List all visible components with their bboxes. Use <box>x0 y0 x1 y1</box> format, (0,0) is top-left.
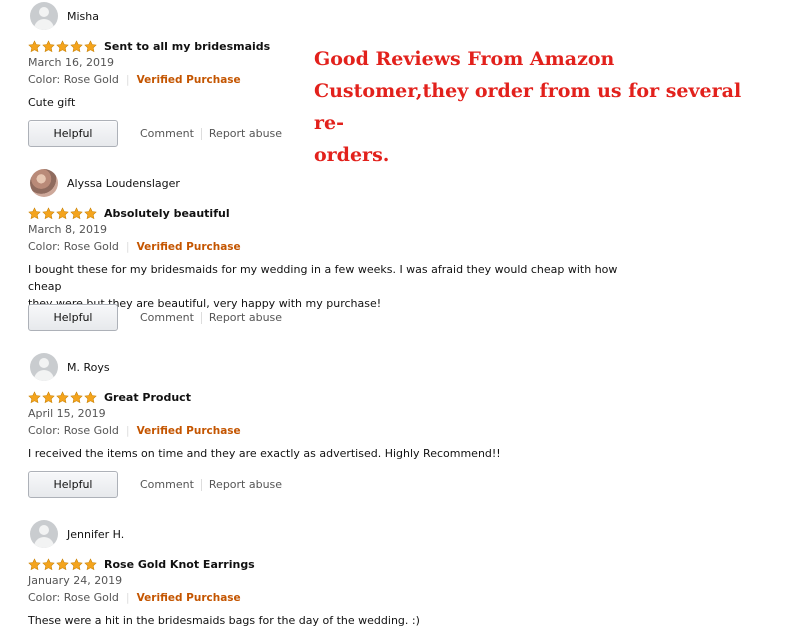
product-color[interactable]: Color: Rose Gold <box>28 73 119 86</box>
star-icon <box>56 39 69 52</box>
review-title-row: Absolutely beautiful <box>28 205 230 221</box>
product-color[interactable]: Color: Rose Gold <box>28 591 119 604</box>
avatar <box>30 2 58 30</box>
verified-purchase-badge[interactable]: Verified Purchase <box>137 74 241 86</box>
helpful-button[interactable]: Helpful <box>28 304 118 331</box>
review-title[interactable]: Great Product <box>104 391 191 404</box>
star-icon <box>42 390 55 403</box>
divider <box>200 127 202 140</box>
review-text-line: I bought these for my bridesmaids for my… <box>28 263 618 293</box>
star-rating[interactable] <box>28 557 97 571</box>
review-meta: Color: Rose Gold | Verified Purchase <box>28 424 241 437</box>
star-icon <box>28 206 41 219</box>
star-icon <box>42 39 55 52</box>
product-color[interactable]: Color: Rose Gold <box>28 240 119 253</box>
star-rating[interactable] <box>28 206 97 220</box>
review-title[interactable]: Absolutely beautiful <box>104 207 230 220</box>
promo-line: Customer,they order from us for several … <box>314 80 742 134</box>
star-rating[interactable] <box>28 39 97 53</box>
review-text: These were a hit in the bridesmaids bags… <box>28 612 638 629</box>
comment-link[interactable]: Comment <box>140 478 194 491</box>
review-title[interactable]: Sent to all my bridesmaids <box>104 40 270 53</box>
review-title[interactable]: Rose Gold Knot Earrings <box>104 558 255 571</box>
review-title-row: Sent to all my bridesmaids <box>28 38 270 54</box>
star-icon <box>56 557 69 570</box>
star-icon <box>70 390 83 403</box>
author-name: Jennifer H. <box>67 527 125 541</box>
author-name: M. Roys <box>67 360 110 374</box>
review-meta: Color: Rose Gold | Verified Purchase <box>28 240 241 253</box>
author-name: Misha <box>67 9 99 23</box>
review-date: January 24, 2019 <box>28 574 123 587</box>
avatar <box>30 169 58 197</box>
review-text: I received the items on time and they ar… <box>28 445 638 462</box>
review-author[interactable]: M. Roys <box>28 352 110 382</box>
star-rating[interactable] <box>28 390 97 404</box>
avatar <box>30 353 58 381</box>
helpful-button[interactable]: Helpful <box>28 471 118 498</box>
divider <box>200 311 202 324</box>
star-icon <box>84 39 97 52</box>
review-title-row: Great Product <box>28 389 191 405</box>
star-icon <box>70 557 83 570</box>
review-author[interactable]: Jennifer H. <box>28 519 124 549</box>
avatar <box>30 520 58 548</box>
report-abuse-link[interactable]: Report abuse <box>209 311 282 324</box>
star-icon <box>42 206 55 219</box>
comment-link[interactable]: Comment <box>140 127 194 140</box>
review-author[interactable]: Alyssa Loudenslager <box>28 168 180 198</box>
verified-purchase-badge[interactable]: Verified Purchase <box>137 425 241 437</box>
promo-line: Good Reviews From Amazon <box>314 48 615 70</box>
review-meta: Color: Rose Gold | Verified Purchase <box>28 73 241 86</box>
star-icon <box>28 39 41 52</box>
review-date: April 15, 2019 <box>28 407 106 420</box>
star-icon <box>28 390 41 403</box>
star-icon <box>70 206 83 219</box>
report-abuse-link[interactable]: Report abuse <box>209 478 282 491</box>
helpful-button[interactable]: Helpful <box>28 120 118 147</box>
star-icon <box>70 39 83 52</box>
star-icon <box>84 390 97 403</box>
review-title-row: Rose Gold Knot Earrings <box>28 556 255 572</box>
review-text-line: These were a hit in the bridesmaids bags… <box>28 614 420 627</box>
review-actions: Helpful Comment Report abuse <box>28 304 282 331</box>
star-icon <box>42 557 55 570</box>
promo-text: Good Reviews From Amazon Customer,they o… <box>314 43 754 171</box>
report-abuse-link[interactable]: Report abuse <box>209 127 282 140</box>
verified-purchase-badge[interactable]: Verified Purchase <box>137 592 241 604</box>
author-name: Alyssa Loudenslager <box>67 176 180 190</box>
divider <box>200 478 202 491</box>
star-icon <box>56 390 69 403</box>
review-date: March 16, 2019 <box>28 56 115 69</box>
review-actions: Helpful Comment Report abuse <box>28 120 282 147</box>
review-actions: Helpful Comment Report abuse <box>28 471 282 498</box>
review-meta: Color: Rose Gold | Verified Purchase <box>28 591 241 604</box>
star-icon <box>28 557 41 570</box>
promo-line: orders. <box>314 144 390 166</box>
comment-link[interactable]: Comment <box>140 311 194 324</box>
review-date: March 8, 2019 <box>28 223 108 236</box>
review-text-line: I received the items on time and they ar… <box>28 447 501 460</box>
star-icon <box>56 206 69 219</box>
review-author[interactable]: Misha <box>28 1 99 31</box>
product-color[interactable]: Color: Rose Gold <box>28 424 119 437</box>
star-icon <box>84 206 97 219</box>
verified-purchase-badge[interactable]: Verified Purchase <box>137 241 241 253</box>
star-icon <box>84 557 97 570</box>
